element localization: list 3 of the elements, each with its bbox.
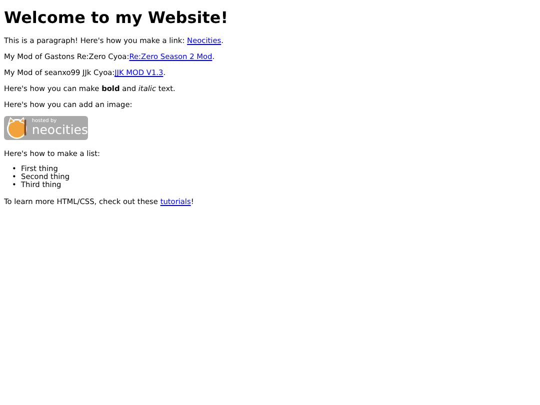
badge-title: neocities [32,124,88,137]
page-heading: Welcome to my Website! [4,8,230,27]
cat-icon [4,116,30,140]
